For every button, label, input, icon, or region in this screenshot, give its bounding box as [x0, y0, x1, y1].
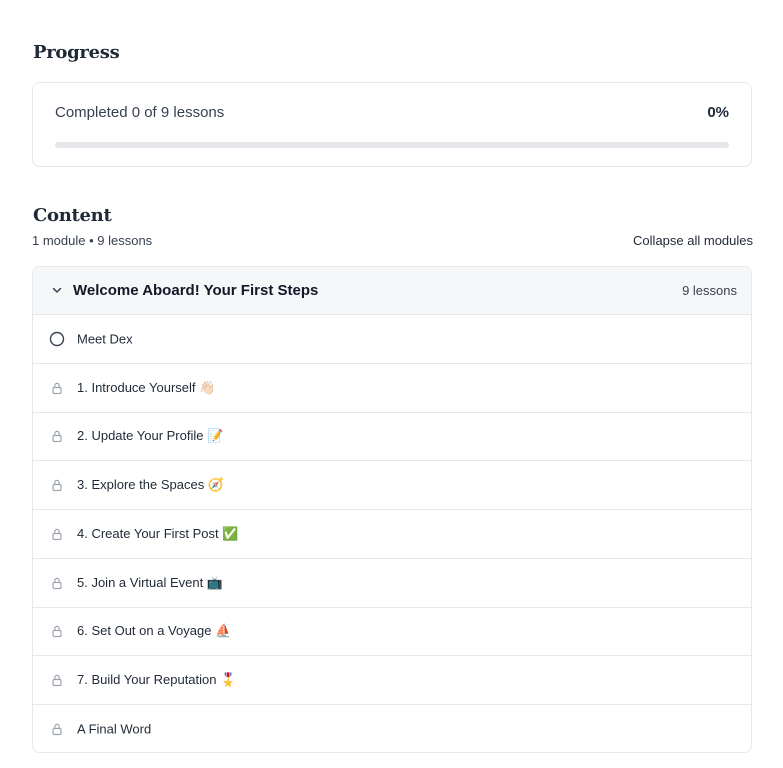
progress-completed-text: Completed 0 of 9 lessons [55, 104, 225, 121]
content-heading: Content [33, 205, 112, 226]
lesson-label: 5. Join a Virtual Event 📺 [77, 574, 224, 590]
lesson-label: 2. Update Your Profile 📝 [77, 428, 224, 444]
lock-icon [49, 672, 65, 688]
progress-heading: Progress [33, 42, 120, 63]
lesson-item[interactable]: 7. Build Your Reputation 🎖️ [33, 656, 751, 705]
content-meta: 1 module • 9 lessons [32, 233, 153, 248]
lock-icon [49, 623, 65, 639]
lesson-item[interactable]: 3. Explore the Spaces 🧭 [33, 461, 751, 510]
lock-icon [49, 428, 65, 444]
content-meta-row: 1 module • 9 lessons Collapse all module… [32, 233, 753, 251]
lesson-item[interactable]: 1. Introduce Yourself 👋🏻 [33, 364, 751, 413]
module-lesson-count: 9 lessons [682, 283, 737, 298]
lock-icon [49, 380, 65, 396]
lesson-item[interactable]: 5. Join a Virtual Event 📺 [33, 559, 751, 608]
circle-icon [49, 331, 65, 347]
lesson-label: 1. Introduce Yourself 👋🏻 [77, 379, 216, 395]
collapse-all-modules-button[interactable]: Collapse all modules [633, 233, 753, 248]
chevron-down-icon [52, 287, 62, 293]
lesson-label: 6. Set Out on a Voyage ⛵ [77, 623, 232, 639]
module-card: Welcome Aboard! Your First Steps 9 lesso… [32, 266, 752, 753]
lesson-item[interactable]: 6. Set Out on a Voyage ⛵ [33, 608, 751, 657]
module-title: Welcome Aboard! Your First Steps [73, 282, 319, 299]
progress-card: Completed 0 of 9 lessons 0% [32, 82, 752, 167]
lock-icon [49, 477, 65, 493]
lock-icon [49, 526, 65, 542]
lesson-item[interactable]: Meet Dex [33, 315, 751, 364]
progress-percent: 0% [707, 104, 729, 121]
progress-bar [55, 142, 729, 148]
lesson-label: 4. Create Your First Post ✅ [77, 525, 239, 541]
lesson-item[interactable]: 4. Create Your First Post ✅ [33, 510, 751, 559]
lesson-label: 3. Explore the Spaces 🧭 [77, 477, 224, 493]
lesson-label: 7. Build Your Reputation 🎖️ [77, 672, 237, 688]
lesson-item[interactable]: A Final Word [33, 705, 751, 752]
lesson-label: Meet Dex [77, 331, 133, 347]
lesson-item[interactable]: 2. Update Your Profile 📝 [33, 413, 751, 462]
lesson-list: Meet Dex 1. Introduce Yourself 👋🏻 2. Updat… [33, 315, 751, 752]
lock-icon [49, 575, 65, 591]
lock-icon [49, 721, 65, 737]
module-header[interactable]: Welcome Aboard! Your First Steps 9 lesso… [33, 267, 751, 315]
lesson-label: A Final Word [77, 721, 152, 737]
